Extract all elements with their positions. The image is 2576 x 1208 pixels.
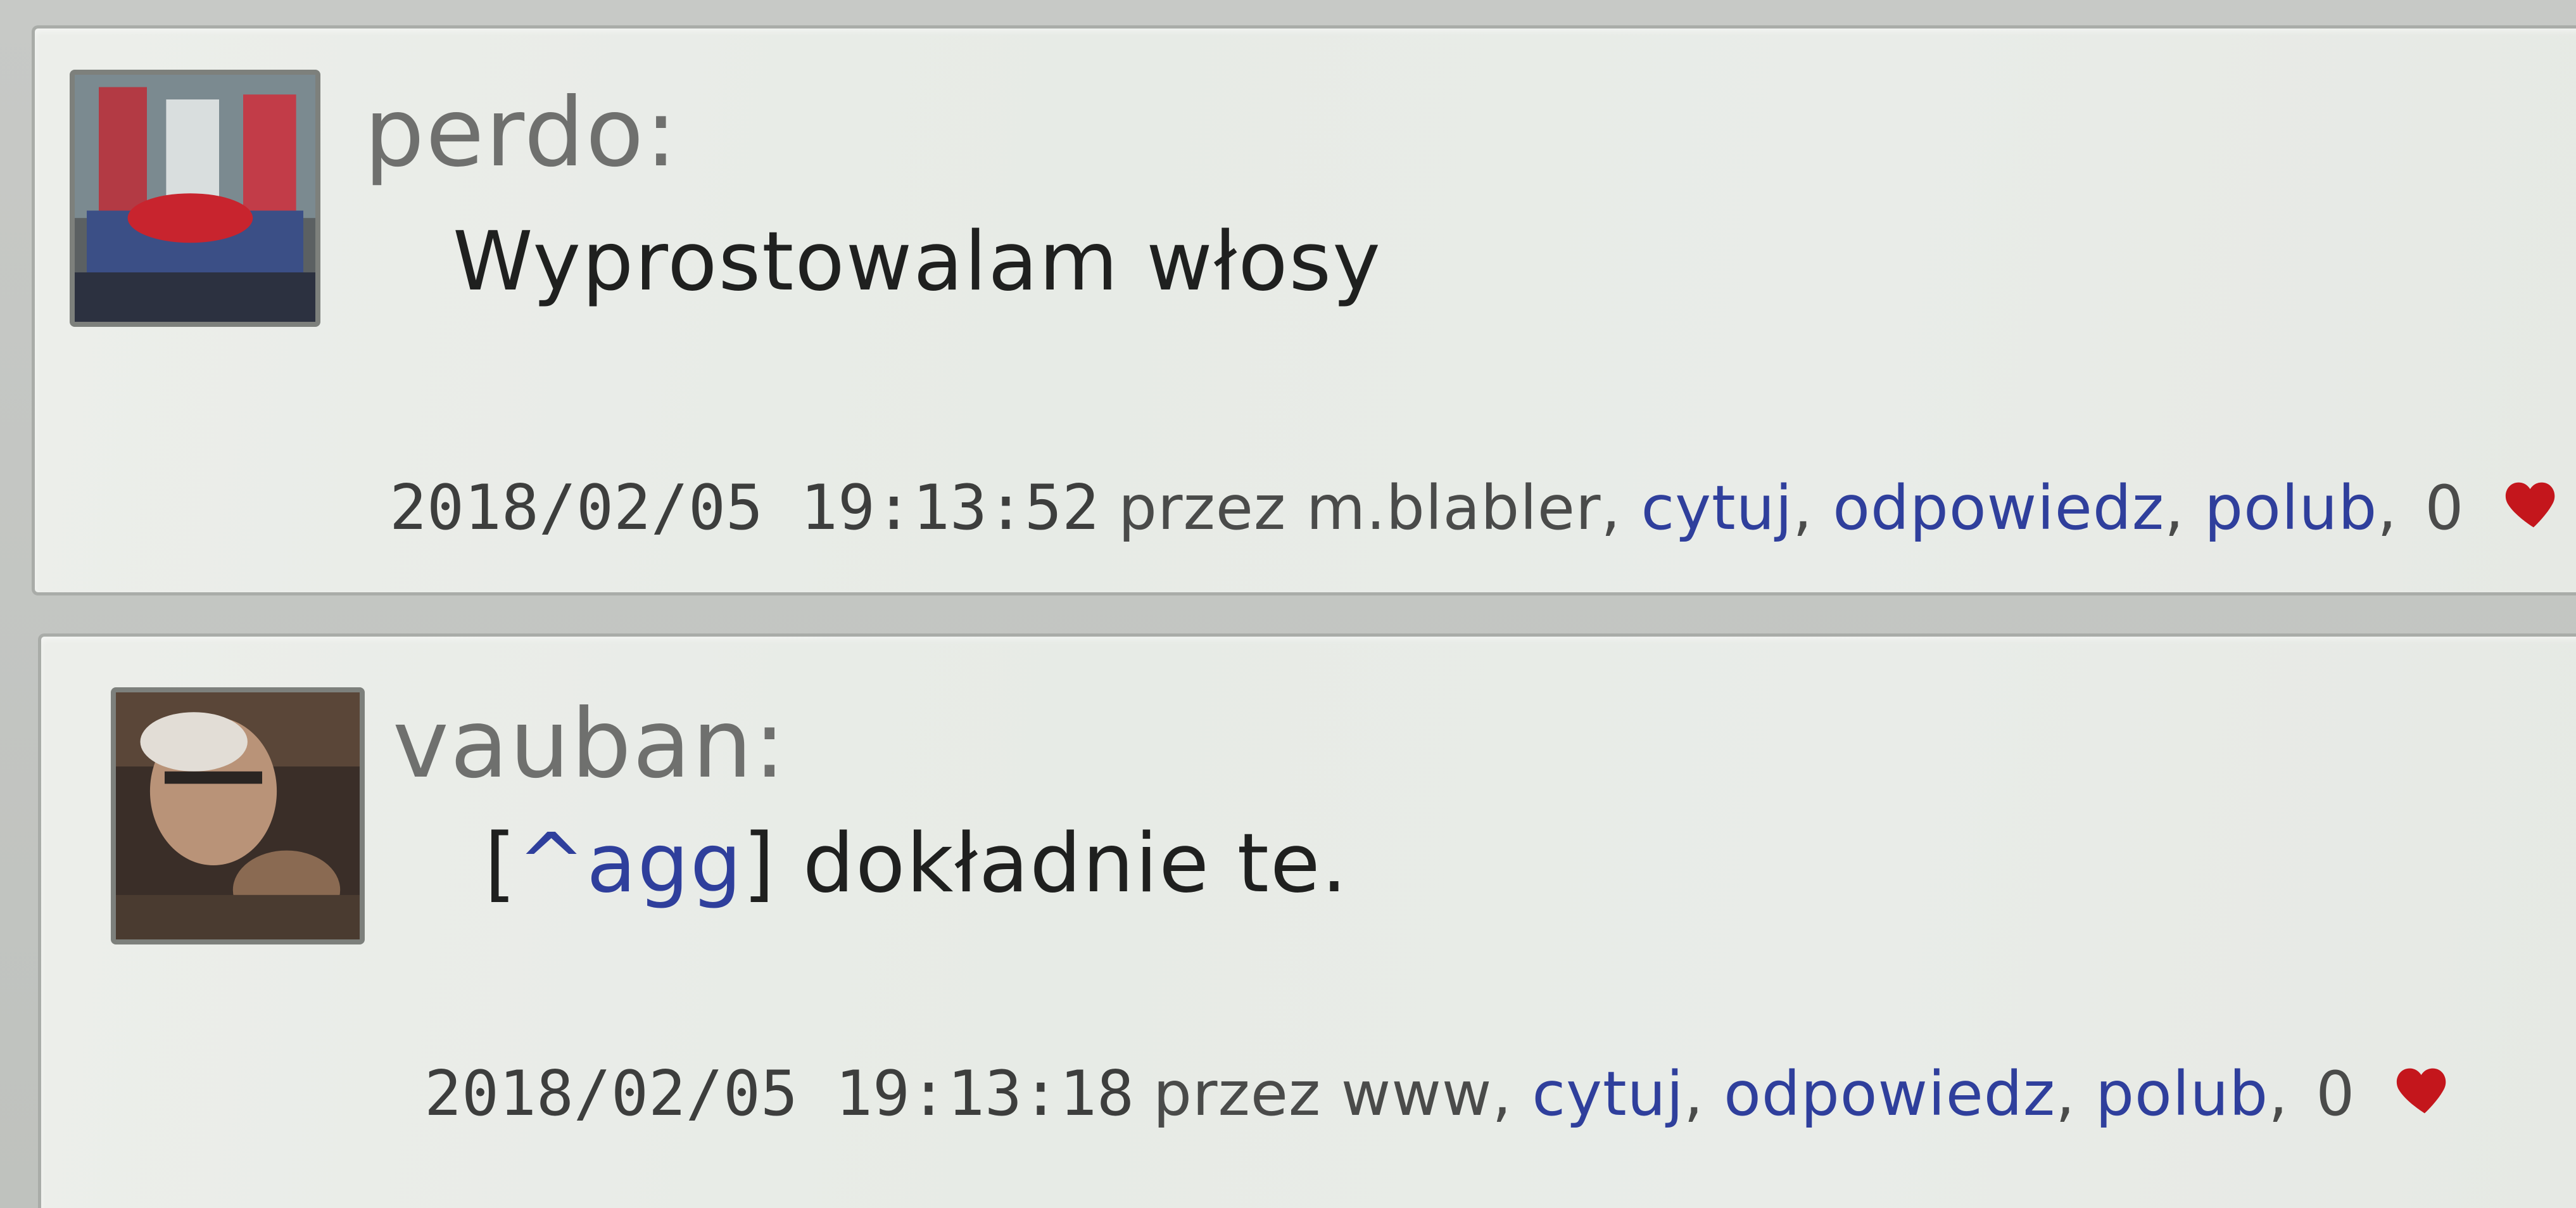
- comment-meta: 2018/02/05 19:13:52 przez m.blabler, cytu…: [389, 472, 2565, 539]
- heart-icon[interactable]: [2393, 1058, 2456, 1121]
- comment-author: przez www,: [1153, 1059, 1512, 1129]
- separator: ,: [1793, 473, 1813, 544]
- comment-author: przez m.blabler,: [1118, 473, 1621, 544]
- comment-username[interactable]: perdo:: [364, 86, 678, 181]
- separator: ,: [2377, 473, 2397, 544]
- reply-link[interactable]: odpowiedz: [1724, 1059, 2055, 1129]
- comment-text: [^agg] dokładnie te.: [484, 823, 1348, 905]
- quote-reference-link[interactable]: ^agg: [517, 817, 743, 911]
- comment-body: Wyprostowalam włosy: [453, 215, 1382, 309]
- like-link[interactable]: polub: [2204, 473, 2377, 544]
- quote-close-bracket: ]: [743, 817, 776, 911]
- comment-timestamp: 2018/02/05 19:13:18: [424, 1058, 1135, 1130]
- like-count: 0: [2316, 1059, 2356, 1129]
- like-link[interactable]: polub: [2095, 1059, 2268, 1129]
- like-count: 0: [2425, 473, 2465, 544]
- separator: ,: [1684, 1059, 1704, 1129]
- avatar-photo-icon: [75, 75, 315, 322]
- user-avatar[interactable]: [111, 687, 365, 944]
- comment-post: vauban: [^agg] dokładnie te. 2018/02/05 …: [38, 633, 2576, 1208]
- comment-text: Wyprostowalam włosy: [453, 222, 1382, 303]
- comment-post: perdo: Wyprostowalam włosy 2018/02/05 19…: [32, 25, 2576, 595]
- reply-link[interactable]: odpowiedz: [1833, 473, 2164, 544]
- quote-open-bracket: [: [484, 817, 517, 911]
- comment-meta: 2018/02/05 19:13:18 przez www, cytuj, odp…: [424, 1058, 2456, 1125]
- quote-link[interactable]: cytuj: [1532, 1059, 1684, 1129]
- user-avatar[interactable]: [70, 70, 320, 327]
- avatar-photo-icon: [116, 692, 360, 939]
- heart-icon[interactable]: [2502, 472, 2565, 535]
- separator: ,: [2164, 473, 2185, 544]
- separator: ,: [2055, 1059, 2076, 1129]
- quote-link[interactable]: cytuj: [1641, 473, 1793, 544]
- comment-timestamp: 2018/02/05 19:13:52: [389, 472, 1100, 544]
- separator: ,: [2268, 1059, 2289, 1129]
- comment-username[interactable]: vauban:: [393, 697, 787, 792]
- comment-body: dokładnie te.: [776, 817, 1349, 911]
- comments-page: perdo: Wyprostowalam włosy 2018/02/05 19…: [0, 0, 2576, 1208]
